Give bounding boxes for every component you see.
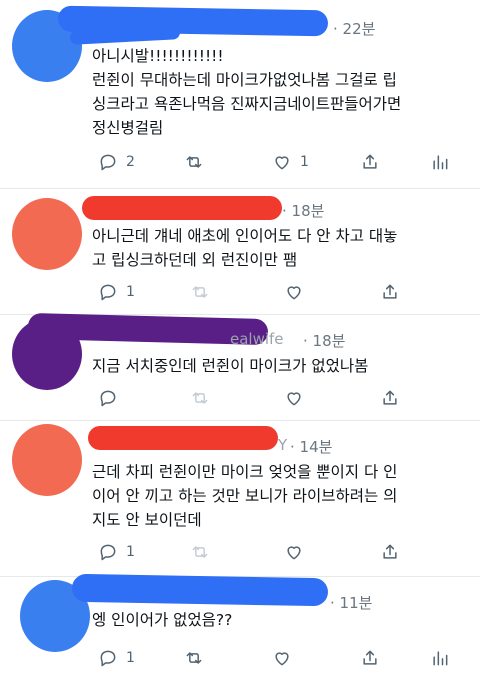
reply-icon <box>100 544 116 561</box>
reply-button[interactable]: 1 <box>98 280 135 304</box>
reply-icon <box>100 284 116 301</box>
tweet-actions: 1 <box>92 280 464 304</box>
share-icon <box>383 390 397 405</box>
tweet-line: 고 립싱크하던데 외 런진이만 팸 <box>92 251 298 269</box>
reply-button[interactable]: 2 <box>98 150 135 174</box>
timestamp: · 18분 <box>282 202 325 220</box>
retweet-icon <box>192 286 208 298</box>
share-button[interactable] <box>380 280 400 304</box>
tweet-line: 엥 인이어가 없었음?? <box>92 611 233 629</box>
reply-button[interactable]: 1 <box>98 646 135 670</box>
tweet-line: 아니시발!!!!!!!!!!!! <box>92 47 224 65</box>
heart-icon <box>275 652 289 666</box>
reply-count: 1 <box>126 284 135 300</box>
retweet-button[interactable] <box>184 646 204 670</box>
like-button[interactable] <box>284 540 304 564</box>
redacted-username <box>71 573 329 607</box>
share-icon <box>383 544 397 559</box>
share-icon <box>383 284 397 299</box>
redacted-username <box>88 426 278 450</box>
tweet-text: 엥 인이어가 없었음?? <box>92 608 464 632</box>
avatar[interactable] <box>12 198 82 270</box>
retweet-button[interactable] <box>184 150 212 174</box>
tweet-line: 아니근데 걔네 애초에 인이어도 다 안 차고 대놓 <box>92 227 398 245</box>
heart-icon <box>287 546 301 560</box>
handle-fragment: Y <box>278 436 288 454</box>
retweet-button[interactable] <box>190 280 210 304</box>
tweet-line: 근데 차피 런쥔이만 마이크 엊엇을 뿐이지 다 인 <box>92 463 398 481</box>
retweet-icon <box>192 546 208 558</box>
tweet-line: 지금 서치중인데 런쥔이 마이크가 없었나봄 <box>92 357 369 375</box>
tweet-text: 지금 서치중인데 런쥔이 마이크가 없었나봄 <box>92 354 464 378</box>
heart-icon <box>287 392 301 406</box>
reply-count: 2 <box>126 154 135 170</box>
tweet-line: 싱크라고 욕존나먹음 진짜지금네이트판들어가면 <box>92 95 402 113</box>
like-button[interactable] <box>284 386 304 410</box>
analytics-icon <box>433 651 448 666</box>
share-icon <box>363 154 377 169</box>
redacted-username <box>82 196 282 220</box>
analytics-button[interactable] <box>430 646 450 670</box>
share-button[interactable] <box>380 540 400 564</box>
reply-icon <box>100 154 116 171</box>
reply-icon <box>100 390 116 407</box>
handle-fragment: ealwife <box>230 330 284 348</box>
retweet-button[interactable] <box>190 386 210 410</box>
reply-button[interactable]: 1 <box>98 540 135 564</box>
tweet-actions <box>92 386 464 410</box>
tweet-actions: 1 <box>92 540 464 564</box>
tweet-line: 이어 안 끼고 하는 것만 보니가 라이브하려는 의 <box>92 487 398 505</box>
tweet-line: 런쥔이 무대하는데 마이크가없엇나봄 그걸로 립 <box>92 71 397 89</box>
analytics-icon <box>433 155 448 170</box>
reply-icon <box>100 650 116 667</box>
timestamp: · 22분 <box>333 20 376 38</box>
tweet-line: 정신병걸림 <box>92 119 164 137</box>
share-button[interactable] <box>360 150 380 174</box>
retweet-icon <box>186 156 202 168</box>
reply-count: 1 <box>126 650 135 666</box>
retweet-button[interactable] <box>190 540 210 564</box>
like-count: 1 <box>300 154 309 170</box>
tweet-text: 아니근데 걔네 애초에 인이어도 다 안 차고 대놓 고 립싱크하던데 외 런진… <box>92 224 464 272</box>
tweet-actions: 1 <box>92 646 464 670</box>
share-button[interactable] <box>380 386 400 410</box>
share-icon <box>363 650 377 665</box>
share-button[interactable] <box>360 646 380 670</box>
timestamp: · 14분 <box>290 438 333 456</box>
heart-icon <box>275 156 289 170</box>
timestamp: · 18분 <box>303 332 346 350</box>
avatar[interactable] <box>12 424 82 496</box>
heart-icon <box>287 286 301 300</box>
tweet-text: 아니시발!!!!!!!!!!!! 런쥔이 무대하는데 마이크가없엇나봄 그걸로 … <box>92 44 464 140</box>
tweet-text: 근데 차피 런쥔이만 마이크 엊엇을 뿐이지 다 인 이어 안 끼고 하는 것만… <box>92 460 464 532</box>
like-button[interactable] <box>272 646 292 670</box>
like-button[interactable] <box>284 280 304 304</box>
retweet-icon <box>186 652 202 664</box>
reply-count: 1 <box>126 544 135 560</box>
retweet-icon <box>192 392 208 404</box>
reply-button[interactable] <box>98 386 118 410</box>
divider <box>0 188 480 189</box>
like-button[interactable]: 1 <box>272 150 309 174</box>
divider <box>0 420 480 421</box>
analytics-button[interactable] <box>430 150 450 174</box>
tweet-actions: 2 1 <box>92 150 464 174</box>
tweet-line: 지도 안 보이던데 <box>92 511 202 529</box>
